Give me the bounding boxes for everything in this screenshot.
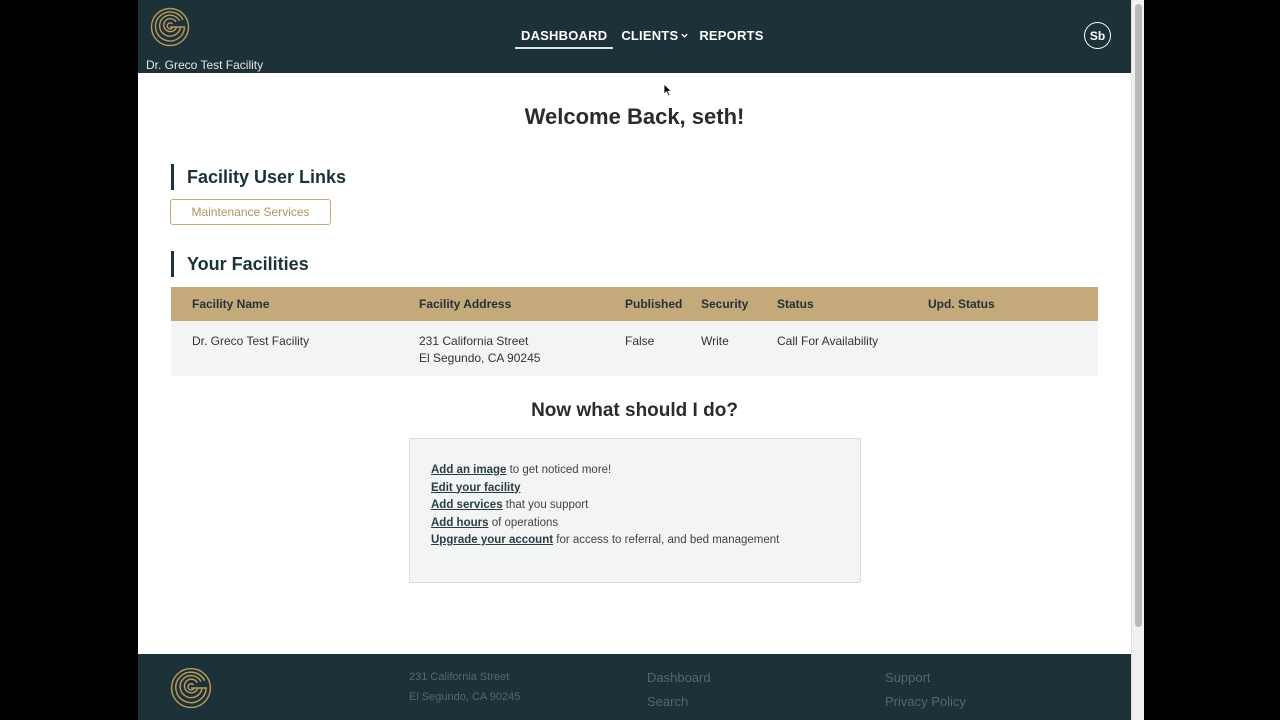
cell-facility-address: 231 California Street El Segundo, CA 902…	[398, 321, 625, 376]
vertical-scrollbar[interactable]	[1131, 0, 1144, 720]
maintenance-services-button[interactable]: Maintenance Services	[170, 199, 331, 225]
footer-privacy-link[interactable]: Privacy Policy	[885, 694, 966, 709]
footer-search-link[interactable]: Search	[647, 694, 688, 709]
table-header-row: Facility Name Facility Address Published…	[171, 287, 1098, 321]
address-line-2: El Segundo, CA 90245	[419, 351, 541, 365]
cell-published: False	[625, 321, 701, 376]
scrollbar-thumb[interactable]	[1135, 4, 1142, 627]
add-image-link[interactable]: Add an image	[431, 464, 506, 476]
todo-item: Edit your facility	[431, 480, 860, 498]
facility-user-links-heading: Facility User Links	[171, 164, 346, 190]
todo-item: Upgrade your account for access to refer…	[431, 532, 860, 550]
table-row[interactable]: Dr. Greco Test Facility 231 California S…	[171, 321, 1098, 376]
next-steps-heading: Now what should I do?	[531, 400, 738, 421]
footer-address-line-2: El Segundo, CA 90245	[409, 691, 521, 703]
main-nav: DASHBOARD CLIENTS REPORTS	[515, 28, 764, 49]
todo-item: Add an image to get noticed more!	[431, 462, 860, 480]
footer-dashboard-link[interactable]: Dashboard	[647, 670, 711, 685]
header-security[interactable]: Security	[701, 287, 777, 321]
todo-text: that you support	[502, 499, 589, 511]
welcome-heading: Welcome Back, seth!	[524, 104, 745, 129]
top-header: Dr. Greco Test Facility DASHBOARD CLIENT…	[138, 0, 1131, 73]
header-facility-address[interactable]: Facility Address	[398, 287, 625, 321]
facilities-table: Facility Name Facility Address Published…	[171, 287, 1098, 376]
todo-item: Add services that you support	[431, 497, 860, 515]
address-line-1: 231 California Street	[419, 334, 529, 348]
nav-dashboard[interactable]: DASHBOARD	[515, 28, 614, 49]
footer: 231 California Street El Segundo, CA 902…	[138, 654, 1131, 720]
chevron-down-icon	[681, 33, 689, 38]
edit-facility-link[interactable]: Edit your facility	[431, 482, 520, 494]
g-circle-logo-icon	[170, 667, 212, 709]
g-circle-logo-icon[interactable]	[150, 7, 190, 47]
todo-text: of operations	[488, 516, 559, 529]
todo-item: Add hours of operations	[431, 515, 860, 533]
header-upd-status[interactable]: Upd. Status	[928, 287, 1098, 321]
cell-security: Write	[701, 321, 777, 376]
nav-clients[interactable]: CLIENTS	[621, 28, 689, 43]
todo-text: to get noticed more!	[506, 464, 612, 476]
nav-reports[interactable]: REPORTS	[699, 28, 763, 43]
header-published[interactable]: Published	[625, 287, 701, 321]
cell-upd-status	[928, 321, 1098, 376]
header-status[interactable]: Status	[777, 287, 928, 321]
upgrade-account-link[interactable]: Upgrade your account	[431, 534, 553, 546]
your-facilities-heading: Your Facilities	[171, 251, 309, 277]
cell-status: Call For Availability	[777, 321, 928, 376]
footer-address-line-1: 231 California Street	[409, 671, 510, 683]
page: Dr. Greco Test Facility DASHBOARD CLIENT…	[138, 0, 1131, 720]
add-hours-link[interactable]: Add hours	[431, 517, 489, 529]
add-services-link[interactable]: Add services	[431, 499, 503, 511]
next-steps-box: Add an image to get noticed more! Edit y…	[409, 438, 861, 583]
footer-support-link[interactable]: Support	[885, 670, 931, 685]
facility-name: Dr. Greco Test Facility	[146, 58, 264, 72]
mouse-pointer-icon	[663, 83, 673, 97]
todo-text: for access to referral, and bed manageme…	[553, 534, 780, 546]
user-avatar-button[interactable]: Sb	[1084, 22, 1111, 49]
nav-clients-label: CLIENTS	[621, 28, 679, 43]
cell-facility-name: Dr. Greco Test Facility	[171, 321, 398, 376]
header-facility-name[interactable]: Facility Name	[171, 287, 398, 321]
